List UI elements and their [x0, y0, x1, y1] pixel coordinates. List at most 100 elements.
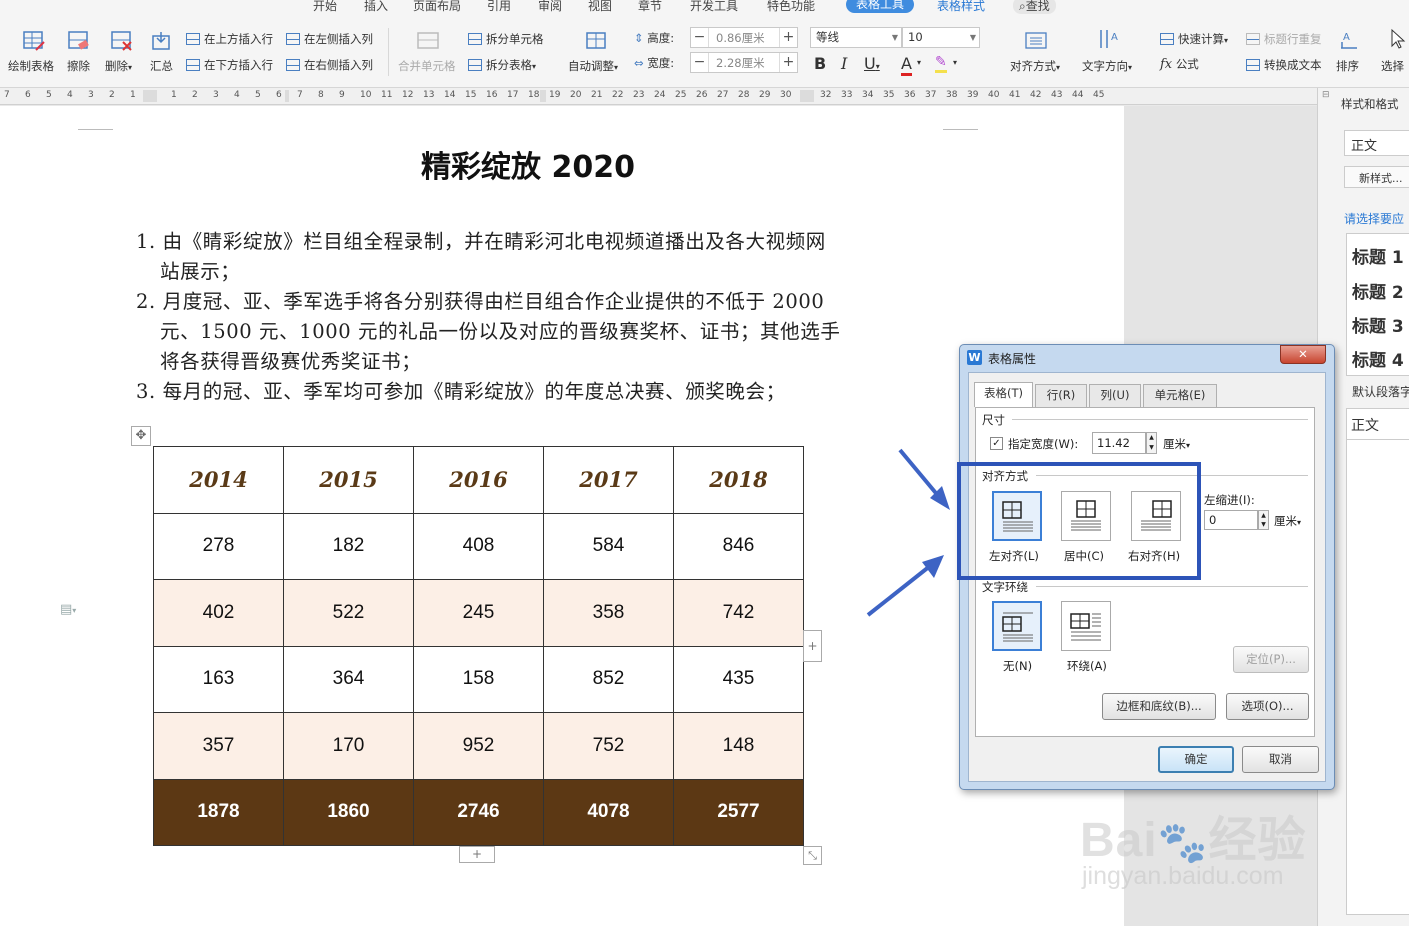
current-style-field[interactable]: 正文	[1344, 130, 1409, 156]
delete-button[interactable]: 删除▾	[105, 58, 132, 74]
height-stepper[interactable]: − 0.86厘米 +	[690, 27, 798, 48]
table-cell[interactable]: 584	[543, 512, 674, 580]
panel-collapse-icon[interactable]: ⊟	[1322, 90, 1330, 100]
menu-view[interactable]: 视图	[588, 0, 612, 14]
table-cell[interactable]: 846	[673, 512, 804, 580]
tab-table[interactable]: 表格(T)	[974, 382, 1033, 407]
new-style-button[interactable]: 新样式...	[1344, 166, 1409, 188]
position-button[interactable]: 定位(P)...	[1233, 646, 1309, 673]
width-value[interactable]: 2.28厘米	[716, 55, 765, 71]
table-width-input[interactable]: 11.42	[1092, 432, 1146, 454]
table-cell[interactable]: 952	[413, 712, 544, 780]
left-indent-input[interactable]: 0	[1204, 510, 1258, 530]
table-total-cell[interactable]: 2577	[673, 778, 804, 846]
borders-shading-button[interactable]: 边框和底纹(B)...	[1102, 693, 1216, 720]
width-spinner-icon[interactable]: ▲ ▼	[1146, 432, 1157, 454]
menu-chapter[interactable]: 章节	[638, 0, 662, 14]
tab-row[interactable]: 行(R)	[1035, 384, 1087, 407]
table-cell[interactable]: 358	[543, 579, 674, 647]
table-cell[interactable]: 522	[283, 579, 414, 647]
menu-developer[interactable]: 开发工具	[690, 0, 738, 14]
table-cell[interactable]: 742	[673, 579, 804, 647]
menu-table-tools[interactable]: 表格工具	[846, 0, 915, 13]
specify-width-checkbox[interactable]: ✓	[990, 437, 1003, 450]
quick-calc-button[interactable]: 快速计算▾	[1160, 31, 1228, 47]
width-stepper[interactable]: − 2.28厘米 +	[690, 52, 798, 73]
cancel-button[interactable]: 取消	[1242, 746, 1319, 773]
table-header-cell[interactable]: 2016	[413, 446, 544, 514]
add-row-icon[interactable]: +	[459, 846, 495, 863]
font-color-icon[interactable]: A	[901, 54, 912, 76]
table-total-cell[interactable]: 4078	[543, 778, 674, 846]
text-direction-button[interactable]: 文字方向▾	[1082, 58, 1132, 74]
table-cell[interactable]: 170	[283, 712, 414, 780]
formula-button[interactable]: fx 公式	[1160, 56, 1199, 72]
table-cell[interactable]: 245	[413, 579, 544, 647]
erase-button[interactable]: 擦除	[67, 58, 90, 74]
select-button[interactable]: 选择	[1381, 58, 1404, 74]
table-cell[interactable]: 435	[673, 645, 804, 713]
menu-table-style[interactable]: 表格样式	[937, 0, 985, 14]
minus-icon[interactable]: −	[691, 28, 709, 47]
chevron-down-icon[interactable]: ▾	[917, 58, 921, 67]
table-header-cell[interactable]: 2017	[543, 446, 674, 514]
table-resize-icon[interactable]: ⤡	[803, 846, 822, 865]
italic-icon[interactable]: I	[841, 54, 847, 73]
draw-table-button[interactable]: 绘制表格	[8, 58, 54, 74]
table-move-handle-icon[interactable]: ✥	[131, 426, 151, 446]
data-table[interactable]: 2014 2015 2016 2017 2018 278 182 408 584…	[153, 446, 804, 846]
style-heading3[interactable]: 标题 3	[1352, 312, 1404, 337]
underline-icon[interactable]: U▾	[864, 54, 880, 73]
split-table-button[interactable]: 拆分表格▾	[468, 57, 536, 73]
paragraph-marker-icon[interactable]: ▤▾	[60, 602, 76, 617]
table-total-cell[interactable]: 1860	[283, 778, 414, 846]
summary-button[interactable]: 汇总	[150, 58, 173, 74]
table-total-cell[interactable]: 1878	[153, 778, 284, 846]
convert-to-text-button[interactable]: 转换成文本	[1246, 57, 1322, 73]
insert-row-below-button[interactable]: 在下方插入行	[186, 57, 273, 73]
close-icon[interactable]: ✕	[1280, 345, 1326, 364]
font-name-select[interactable]: 等线 ▼	[810, 27, 902, 48]
menu-search[interactable]: ⌕查找	[1013, 0, 1056, 14]
table-cell[interactable]: 148	[673, 712, 804, 780]
table-cell[interactable]: 182	[283, 512, 414, 580]
table-cell[interactable]: 402	[153, 579, 284, 647]
font-size-select[interactable]: 10 ▼	[902, 27, 980, 48]
wrap-around-option[interactable]	[1061, 601, 1111, 651]
plus-icon[interactable]: +	[779, 53, 797, 72]
height-value[interactable]: 0.86厘米	[716, 30, 765, 46]
tab-cell[interactable]: 单元格(E)	[1143, 384, 1217, 407]
highlight-icon[interactable]: ✎	[935, 54, 947, 73]
sort-button[interactable]: 排序	[1336, 58, 1359, 74]
table-cell[interactable]: 852	[543, 645, 674, 713]
width-unit-select[interactable]: 厘米▾	[1163, 436, 1190, 452]
style-body[interactable]: 正文	[1346, 408, 1409, 440]
menu-review[interactable]: 审阅	[538, 0, 562, 14]
merge-cells-button[interactable]: 合并单元格	[398, 58, 456, 74]
bold-icon[interactable]: B	[814, 54, 826, 73]
indent-spinner-icon[interactable]: ▲ ▼	[1258, 510, 1269, 530]
auto-fit-button[interactable]: 自动调整▾	[568, 58, 618, 74]
menu-insert[interactable]: 插入	[364, 0, 388, 14]
table-header-cell[interactable]: 2015	[283, 446, 414, 514]
insert-row-above-button[interactable]: 在上方插入行	[186, 31, 273, 47]
table-cell[interactable]: 158	[413, 645, 544, 713]
ruler[interactable]: 7654321 1 2 3 4 5 6 7 8 9 10 11 12 13 14 15 16 17 18 19 20 2…	[0, 88, 1317, 105]
table-header-cell[interactable]: 2018	[673, 446, 804, 514]
style-default-para[interactable]: 默认段落字	[1352, 383, 1409, 400]
table-cell[interactable]: 752	[543, 712, 674, 780]
plus-icon[interactable]: +	[779, 28, 797, 47]
chevron-down-icon[interactable]: ▾	[953, 58, 957, 67]
repeat-header-button[interactable]: 标题行重复	[1246, 31, 1322, 47]
alignment-button[interactable]: 对齐方式▾	[1010, 58, 1060, 74]
wrap-none-option[interactable]	[992, 601, 1042, 651]
table-total-cell[interactable]: 2746	[413, 778, 544, 846]
insert-col-left-button[interactable]: 在左侧插入列	[286, 31, 373, 47]
menu-page-layout[interactable]: 页面布局	[413, 0, 461, 14]
add-column-icon[interactable]: +	[803, 630, 822, 662]
style-heading2[interactable]: 标题 2	[1352, 278, 1404, 303]
menu-start[interactable]: 开始	[313, 0, 337, 14]
indent-unit-select[interactable]: 厘米▾	[1274, 513, 1301, 529]
style-heading1[interactable]: 标题 1	[1352, 243, 1404, 268]
menu-references[interactable]: 引用	[487, 0, 511, 14]
